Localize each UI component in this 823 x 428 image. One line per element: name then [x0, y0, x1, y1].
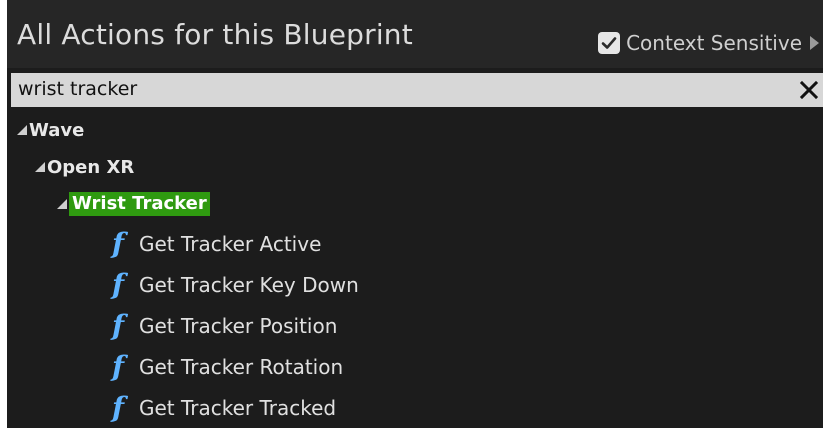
- category-label: Open XR: [47, 156, 135, 178]
- list-item[interactable]: f Get Tracker Active: [103, 224, 321, 264]
- context-sensitive-label: Context Sensitive: [626, 31, 802, 55]
- panel-header: All Actions for this Blueprint Context S…: [7, 0, 823, 68]
- function-icon: f: [111, 268, 125, 301]
- list-item[interactable]: f Get Tracker Key Down: [103, 265, 359, 305]
- category-label-highlighted: Wrist Tracker: [69, 192, 210, 216]
- function-icon: f: [111, 350, 125, 383]
- collapse-triangle-icon[interactable]: [17, 125, 27, 135]
- actions-panel: All Actions for this Blueprint Context S…: [7, 0, 823, 428]
- list-item[interactable]: f Get Tracker Tracked: [103, 388, 336, 428]
- expand-arrow-icon[interactable]: [810, 36, 819, 50]
- function-icon: f: [111, 391, 125, 424]
- list-item[interactable]: f Get Tracker Rotation: [103, 347, 343, 387]
- search-input[interactable]: wrist tracker: [18, 78, 137, 100]
- context-sensitive-toggle[interactable]: Context Sensitive: [598, 28, 819, 58]
- function-label: Get Tracker Rotation: [139, 355, 344, 379]
- function-label: Get Tracker Position: [139, 314, 338, 338]
- tree-category-wrist-tracker[interactable]: Wrist Tracker: [57, 184, 210, 224]
- search-box[interactable]: wrist tracker: [11, 73, 823, 107]
- function-label: Get Tracker Active: [139, 232, 322, 256]
- collapse-triangle-icon[interactable]: [57, 199, 67, 209]
- function-icon: f: [111, 227, 125, 260]
- tree-category-open-xr[interactable]: Open XR: [35, 147, 134, 187]
- tree-category-wave[interactable]: Wave: [17, 110, 84, 150]
- function-label: Get Tracker Key Down: [139, 273, 359, 297]
- context-sensitive-checkbox[interactable]: [598, 32, 621, 54]
- collapse-triangle-icon[interactable]: [35, 162, 45, 172]
- close-icon[interactable]: [795, 76, 823, 104]
- category-label: Wave: [29, 119, 85, 141]
- checkmark-icon: [601, 37, 617, 49]
- list-item[interactable]: f Get Tracker Position: [103, 306, 337, 346]
- function-icon: f: [111, 309, 125, 342]
- panel-title: All Actions for this Blueprint: [17, 18, 413, 51]
- function-label: Get Tracker Tracked: [139, 396, 337, 420]
